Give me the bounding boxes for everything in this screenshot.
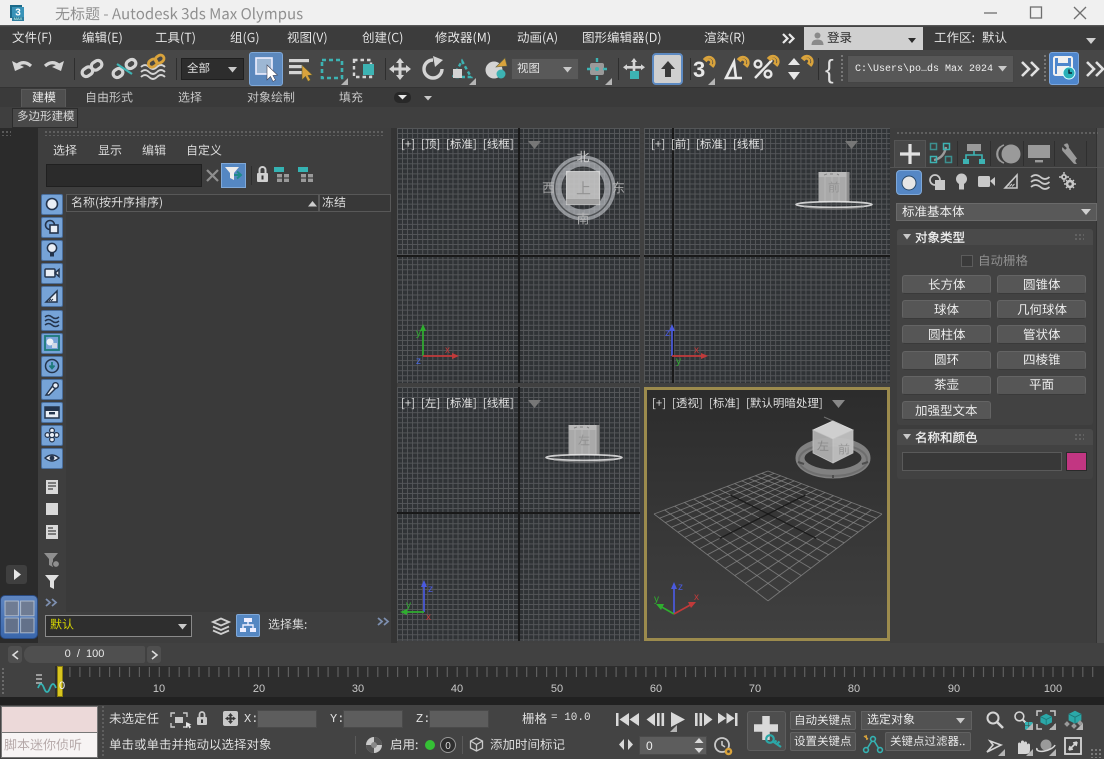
svg-text:50: 50 [551,683,563,695]
svg-text:z: z [416,356,421,367]
svg-text:80: 80 [848,683,860,695]
svg-text:60: 60 [650,683,662,695]
svg-text:MAX: MAX [14,16,23,21]
svg-text:100: 100 [1044,683,1062,695]
svg-text:z: z [428,584,433,595]
svg-text:3: 3 [693,57,705,82]
svg-text:x: x [694,345,699,356]
svg-text:y: y [676,356,681,367]
svg-text:x: x [426,612,431,623]
svg-text:z: z [665,328,670,339]
svg-text:70: 70 [749,683,761,695]
svg-text:y: y [406,600,411,611]
svg-text:20: 20 [253,683,265,695]
svg-text:40: 40 [451,683,463,695]
svg-text:10: 10 [153,683,165,695]
svg-text:0: 0 [445,741,451,752]
svg-text:y: y [416,328,421,339]
svg-text:90: 90 [948,683,960,695]
svg-text:{: { [825,54,834,84]
svg-text:30: 30 [352,683,364,695]
svg-text:x: x [445,345,450,356]
